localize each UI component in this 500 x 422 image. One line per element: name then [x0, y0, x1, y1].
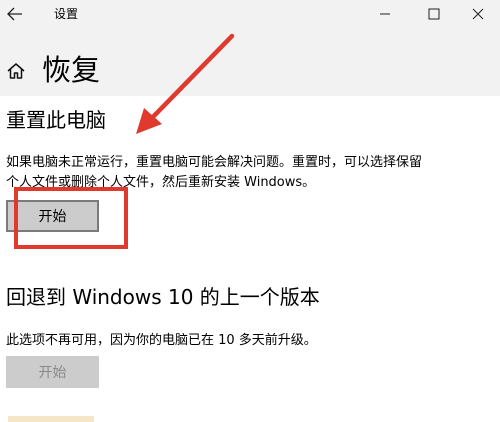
partial-link-highlight	[8, 416, 94, 422]
bottom-edge	[0, 414, 500, 422]
rollback-section-title: 回退到 Windows 10 的上一个版本	[6, 285, 320, 309]
rollback-description: 此选项不再可用，因为你的电脑已在 10 多天前升级。	[6, 333, 317, 348]
rollback-start-button[interactable]: 开始	[6, 356, 99, 388]
